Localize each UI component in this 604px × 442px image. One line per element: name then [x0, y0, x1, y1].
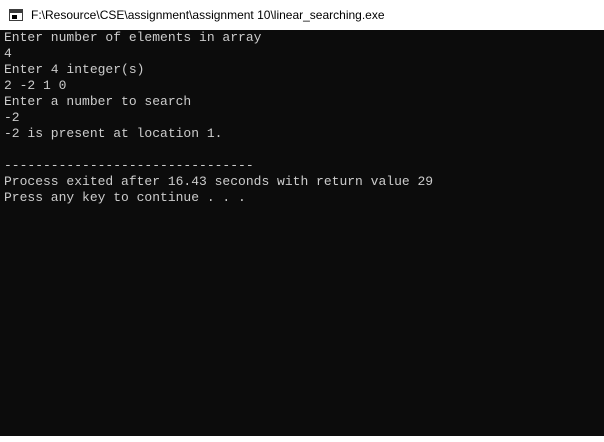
- console-window: F:\Resource\CSE\assignment\assignment 10…: [0, 0, 604, 442]
- window-title: F:\Resource\CSE\assignment\assignment 10…: [31, 8, 385, 22]
- console-line: 4: [4, 46, 12, 61]
- console-line: Enter a number to search: [4, 94, 192, 109]
- console-line: 2 -2 1 0: [4, 78, 67, 93]
- console-line: Process exited after 16.43 seconds with …: [4, 174, 434, 189]
- console-line: -2 is present at location 1.: [4, 126, 223, 141]
- console-line: Press any key to continue . . .: [4, 190, 246, 205]
- title-bar[interactable]: F:\Resource\CSE\assignment\assignment 10…: [0, 0, 604, 30]
- console-line: -2: [4, 110, 20, 125]
- console-line: Enter 4 integer(s): [4, 62, 145, 77]
- console-app-icon[interactable]: [9, 9, 23, 21]
- window-bottom-edge: [0, 436, 604, 442]
- console-line: --------------------------------: [4, 158, 254, 173]
- console-output[interactable]: Enter number of elements in array 4 Ente…: [0, 30, 604, 442]
- console-line: Enter number of elements in array: [4, 30, 262, 45]
